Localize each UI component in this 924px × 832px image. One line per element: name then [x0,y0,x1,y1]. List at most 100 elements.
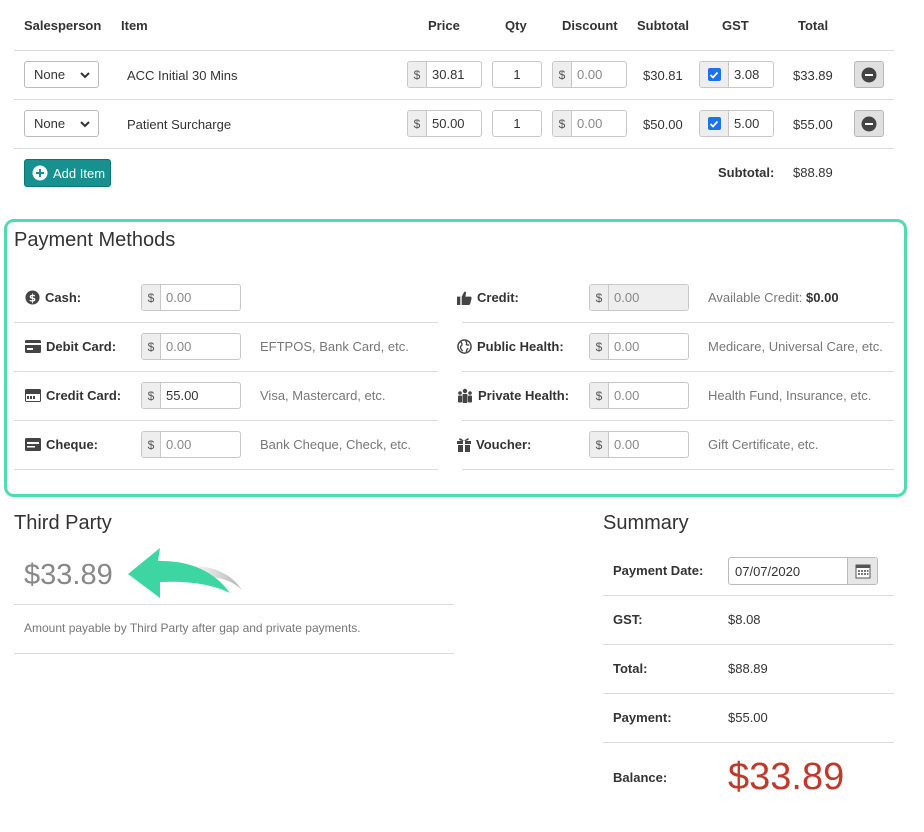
public-health-label-text: Public Health: [477,339,564,354]
credit-card-label-text: Credit Card: [46,388,122,403]
thumbs-up-icon [457,290,472,305]
credit-input[interactable]: $ 0.00 [589,284,689,311]
svg-text:$: $ [29,292,36,304]
discount-input[interactable]: $ 0.00 [552,61,627,88]
credit-card-hint: Visa, Mastercard, etc. [260,388,386,403]
salesperson-select[interactable]: None [24,110,99,137]
public-health-input-value: 0.00 [614,339,640,354]
debit-card-input[interactable]: $ 0.00 [141,333,241,360]
price-input-value: 30.81 [432,67,465,82]
pm-divider [462,371,894,372]
private-health-input-value: 0.00 [614,388,640,403]
gst-input[interactable]: 5.00 [699,110,774,137]
price-input[interactable]: $ 30.81 [407,61,482,88]
col-header-discount: Discount [562,18,618,33]
credit-card-input-value: 55.00 [166,388,199,403]
gst-input[interactable]: 3.08 [699,61,774,88]
discount-input[interactable]: $ 0.00 [552,110,627,137]
debit-card-hint: EFTPOS, Bank Card, etc. [260,339,409,354]
third-party-amount: $33.89 [24,559,113,591]
chevron-down-icon [80,72,90,79]
discount-input-value: 0.00 [577,116,603,131]
cheque-input[interactable]: $ 0.00 [141,431,241,458]
gst-checkbox[interactable] [707,117,721,130]
col-header-qty: Qty [505,18,527,33]
remove-item-button[interactable] [854,61,884,88]
currency-addon: $ [553,62,572,87]
third-party-note: Amount payable by Third Party after gap … [24,621,361,635]
currency-addon: $ [590,334,609,359]
qty-input[interactable]: 1 [492,61,542,88]
subtotal-value: $88.89 [793,165,833,180]
cheque-icon [25,438,41,451]
chevron-down-icon [80,121,90,128]
qty-input-value: 1 [513,116,521,131]
payment-methods-highlight [4,219,907,497]
plus-circle-icon [32,165,48,181]
calendar-button[interactable] [847,558,877,584]
qty-input-value: 1 [513,67,521,82]
gst-input-value: 3.08 [734,67,760,82]
gst-checkbox-wrap[interactable] [700,62,729,87]
summary-divider [603,595,894,596]
row-subtotal: $30.81 [643,68,683,83]
pm-divider [462,469,894,470]
price-input[interactable]: $ 50.00 [407,110,482,137]
payment-date-value: 07/07/2020 [735,563,801,579]
available-credit-hint: Available Credit: $0.00 [708,290,839,305]
debit-card-label-text: Debit Card: [46,339,117,354]
discount-input-value: 0.00 [577,67,603,82]
credit-card-icon [25,389,41,402]
gst-checkbox[interactable] [707,68,721,81]
gift-icon [457,438,471,452]
voucher-input-value: 0.00 [614,437,640,452]
minus-circle-icon [861,67,877,82]
public-health-label: Public Health: [457,339,564,354]
add-item-label: Add Item [53,165,106,181]
salesperson-select[interactable]: None [24,61,99,88]
arrow-annotation-icon [128,548,242,598]
cheque-hint: Bank Cheque, Check, etc. [260,437,412,452]
col-header-gst: GST [722,18,749,33]
col-header-salesperson: Salesperson [24,18,102,33]
voucher-input[interactable]: $ 0.00 [589,431,689,458]
credit-label-text: Credit: [477,290,519,305]
private-health-label: Private Health: [457,388,569,403]
currency-addon: $ [408,111,427,136]
third-party-divider [14,604,454,605]
currency-addon: $ [142,334,161,359]
globe-icon [457,339,472,354]
remove-item-button[interactable] [854,110,884,137]
qty-input[interactable]: 1 [492,110,542,137]
private-health-input[interactable]: $ 0.00 [589,382,689,409]
col-header-subtotal: Subtotal [637,18,689,33]
calendar-icon [855,564,870,579]
private-health-hint: Health Fund, Insurance, etc. [708,388,872,403]
currency-addon: $ [553,111,572,136]
public-health-input[interactable]: $ 0.00 [589,333,689,360]
gst-checkbox-wrap[interactable] [700,111,729,136]
payment-date-label: Payment Date: [613,563,704,578]
table-divider [14,148,894,149]
check-icon [709,71,719,79]
item-name: Patient Surcharge [127,117,232,132]
pm-divider [14,371,438,372]
currency-addon: $ [142,285,161,310]
payment-date-input[interactable]: 07/07/2020 [728,557,878,585]
price-input-value: 50.00 [432,116,465,131]
debit-card-input-value: 0.00 [166,339,192,354]
cash-input-value: 0.00 [166,290,192,305]
cash-input[interactable]: $ 0.00 [141,284,241,311]
add-item-button[interactable]: Add Item [24,159,111,187]
balance-label: Balance: [613,770,668,785]
currency-addon: $ [590,432,609,457]
table-divider [14,99,894,100]
third-party-divider [14,653,454,654]
summary-divider [603,693,894,694]
col-header-price: Price [428,18,460,33]
currency-addon: $ [590,285,609,310]
currency-addon: $ [408,62,427,87]
credit-card-input[interactable]: $ 55.00 [141,382,241,409]
gst-value: $8.08 [728,612,761,627]
table-divider [14,50,894,51]
